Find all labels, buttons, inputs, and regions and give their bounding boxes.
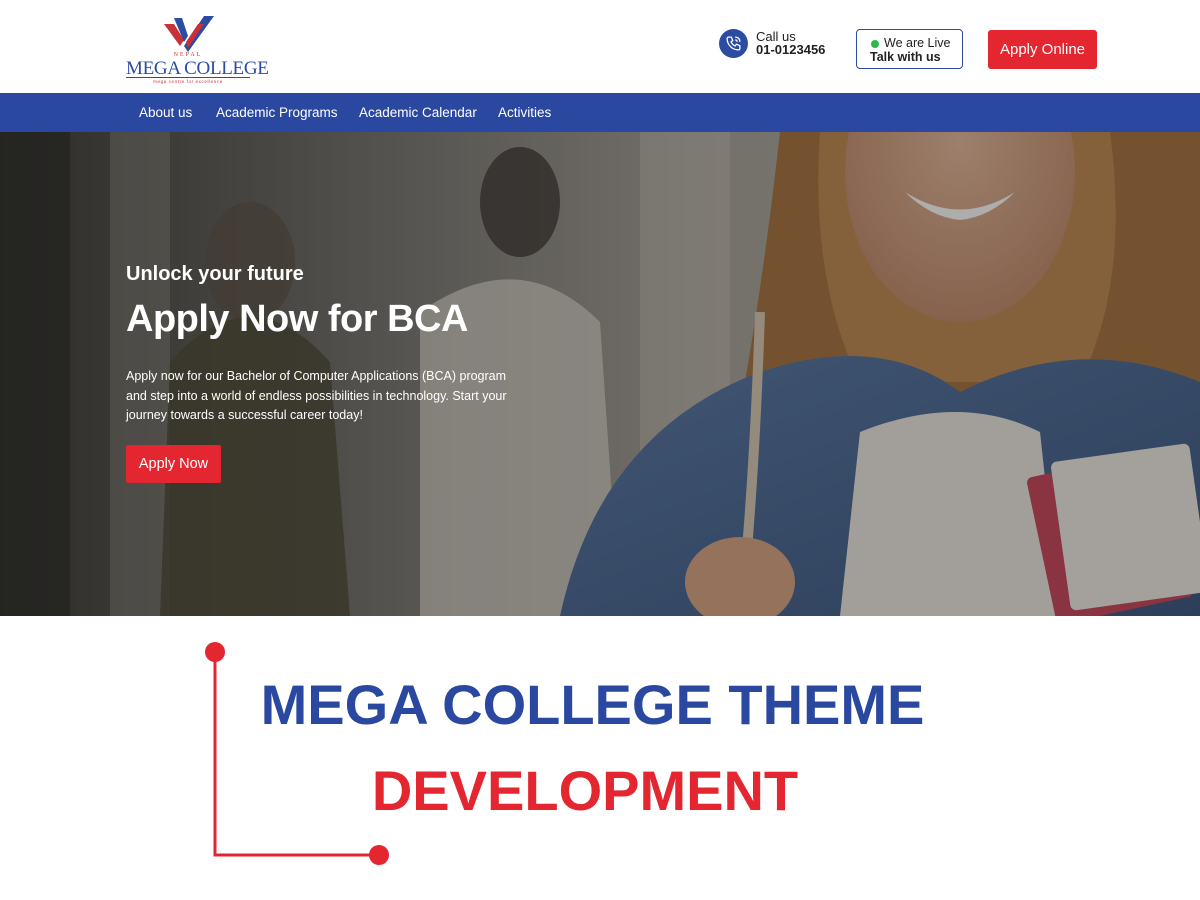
nav-item-academic-programs[interactable]: Academic Programs xyxy=(216,105,338,120)
logo-tagline: mega centre for excellence xyxy=(126,77,250,84)
hero-description: Apply now for our Bachelor of Computer A… xyxy=(126,369,507,422)
hero-headline: Apply Now for BCA xyxy=(126,298,468,340)
nav-item-about-us[interactable]: About us xyxy=(139,105,192,120)
apply-now-button[interactable]: Apply Now xyxy=(126,445,221,483)
main-nav: About us Academic Programs Academic Cale… xyxy=(0,93,1200,132)
apply-online-button[interactable]: Apply Online xyxy=(988,30,1097,69)
call-number[interactable]: 01-0123456 xyxy=(756,42,825,57)
site-header: NEPAL MEGA COLLEGE mega centre for excel… xyxy=(0,0,1200,93)
college-logo[interactable]: NEPAL MEGA COLLEGE mega centre for excel… xyxy=(126,14,269,84)
logo-emblem-icon xyxy=(164,16,214,52)
nav-item-activities[interactable]: Activities xyxy=(498,105,551,120)
live-label: We are Live xyxy=(884,36,951,50)
hero-banner: Unlock your future Apply Now for BCA App… xyxy=(0,132,1200,616)
live-chat-button[interactable]: We are Live Talk with us xyxy=(856,29,963,69)
live-status-dot-icon xyxy=(871,40,879,48)
hero-kicker: Unlock your future xyxy=(126,263,304,285)
talk-with-us-label: Talk with us xyxy=(870,50,941,64)
phone-icon xyxy=(719,29,748,58)
theme-banner: MEGA COLLEGE THEME DEVELOPMENT xyxy=(0,616,1200,900)
banner-title-line1: MEGA COLLEGE THEME xyxy=(260,673,925,736)
nav-item-academic-calendar[interactable]: Academic Calendar xyxy=(359,105,477,120)
banner-title-line2: DEVELOPMENT xyxy=(371,759,799,822)
